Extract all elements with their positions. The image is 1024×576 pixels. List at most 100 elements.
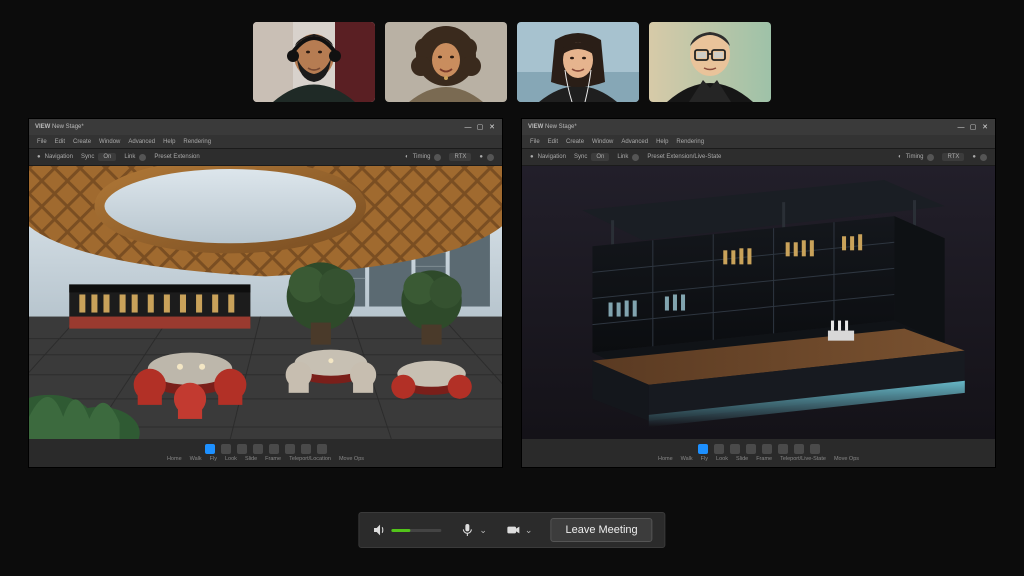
menu-edit[interactable]: Edit: [548, 139, 558, 145]
nav-icon[interactable]: [285, 444, 295, 454]
participant-tile-2[interactable]: [385, 22, 507, 102]
knob-icon[interactable]: [980, 154, 987, 161]
app-brand: VIEW: [528, 124, 543, 130]
participant-tile-1[interactable]: [253, 22, 375, 102]
nav-icon[interactable]: [301, 444, 311, 454]
menu-create[interactable]: Create: [73, 139, 91, 145]
nav-icons-right[interactable]: [698, 444, 820, 454]
avatar-3: [517, 22, 639, 102]
nav-icon[interactable]: [778, 444, 788, 454]
viewport-right[interactable]: [522, 166, 995, 439]
scene-bar-asset: [522, 166, 995, 439]
nav-icon[interactable]: [317, 444, 327, 454]
nav-icon[interactable]: [762, 444, 772, 454]
titlebar-left[interactable]: VIEW New Stage* — ▢ ✕: [29, 119, 502, 135]
camera-icon: [505, 522, 521, 538]
menu-file[interactable]: File: [37, 139, 47, 145]
nav-icon[interactable]: [810, 444, 820, 454]
scene-rooftop-restaurant: [29, 166, 502, 439]
tool-navigation[interactable]: Navigation: [45, 154, 73, 160]
tool-link[interactable]: Link: [124, 154, 135, 160]
tool-navigation[interactable]: Navigation: [538, 154, 566, 160]
volume-control[interactable]: [371, 522, 441, 538]
titlebar-right[interactable]: VIEW New Stage* — ▢ ✕: [522, 119, 995, 135]
menu-window[interactable]: Window: [592, 139, 613, 145]
menubar-left[interactable]: File Edit Create Window Advanced Help Re…: [29, 135, 502, 148]
shared-app-windows: VIEW New Stage* — ▢ ✕ File Edit Create W…: [28, 118, 996, 468]
nav-home-icon[interactable]: [205, 444, 215, 454]
nav-icon[interactable]: [714, 444, 724, 454]
nav-icon[interactable]: [746, 444, 756, 454]
menu-file[interactable]: File: [530, 139, 540, 145]
tool-timing[interactable]: Timing: [413, 154, 431, 160]
menu-rendering[interactable]: Rendering: [676, 139, 704, 145]
menu-rendering[interactable]: Rendering: [183, 139, 211, 145]
toolbar-right[interactable]: ● Navigation Sync On Link Preset Extensi…: [522, 148, 995, 166]
meeting-control-bar: ⌄ ⌄ Leave Meeting: [358, 512, 665, 548]
menubar-right[interactable]: File Edit Create Window Advanced Help Re…: [522, 135, 995, 148]
window-max-icon[interactable]: ▢: [969, 123, 977, 131]
nav-icon[interactable]: [237, 444, 247, 454]
window-close-icon[interactable]: ✕: [981, 123, 989, 131]
nav-labels-right: Home Walk Fly Look Slide Frame Teleport/…: [658, 456, 859, 462]
volume-level: [391, 529, 410, 532]
app-window-left[interactable]: VIEW New Stage* — ▢ ✕ File Edit Create W…: [28, 118, 503, 468]
menu-advanced[interactable]: Advanced: [128, 139, 155, 145]
knob-icon[interactable]: [632, 154, 639, 161]
window-max-icon[interactable]: ▢: [476, 123, 484, 131]
tool-preset[interactable]: Preset Extension/Live-State: [647, 154, 721, 160]
chevron-down-icon[interactable]: ⌄: [479, 525, 487, 536]
tool-timing[interactable]: Timing: [906, 154, 924, 160]
nav-icon[interactable]: [730, 444, 740, 454]
leave-meeting-button[interactable]: Leave Meeting: [550, 518, 652, 542]
nav-icon[interactable]: [221, 444, 231, 454]
app-doc-title: New Stage*: [545, 124, 577, 130]
app-window-right[interactable]: VIEW New Stage* — ▢ ✕ File Edit Create W…: [521, 118, 996, 468]
menu-help[interactable]: Help: [656, 139, 668, 145]
knob-icon[interactable]: [139, 154, 146, 161]
knob-icon[interactable]: [487, 154, 494, 161]
nav-home-icon[interactable]: [698, 444, 708, 454]
mic-control[interactable]: ⌄: [459, 522, 487, 538]
participant-tile-4[interactable]: [649, 22, 771, 102]
nav-labels-left: Home Walk Fly Look Slide Frame Teleport/…: [167, 456, 364, 462]
tool-sync-state[interactable]: On: [98, 153, 116, 161]
viewport-left[interactable]: [29, 166, 502, 439]
menu-advanced[interactable]: Advanced: [621, 139, 648, 145]
app-doc-title: New Stage*: [52, 124, 84, 130]
menu-create[interactable]: Create: [566, 139, 584, 145]
tool-sync[interactable]: Sync: [574, 154, 587, 160]
camera-control[interactable]: ⌄: [505, 522, 533, 538]
tool-rtx[interactable]: RTX: [449, 153, 471, 161]
tool-sync[interactable]: Sync: [81, 154, 94, 160]
participant-strip: [0, 22, 1024, 102]
menu-edit[interactable]: Edit: [55, 139, 65, 145]
footerbar-left[interactable]: Home Walk Fly Look Slide Frame Teleport/…: [29, 439, 502, 467]
knob-icon[interactable]: [434, 154, 441, 161]
menu-window[interactable]: Window: [99, 139, 120, 145]
volume-slider[interactable]: [391, 529, 441, 532]
tool-rtx[interactable]: RTX: [942, 153, 964, 161]
nav-icon[interactable]: [253, 444, 263, 454]
window-close-icon[interactable]: ✕: [488, 123, 496, 131]
toolbar-left[interactable]: ● Navigation Sync On Link Preset Extensi…: [29, 148, 502, 166]
avatar-4: [649, 22, 771, 102]
tool-link[interactable]: Link: [617, 154, 628, 160]
avatar-1: [253, 22, 375, 102]
menu-help[interactable]: Help: [163, 139, 175, 145]
window-min-icon[interactable]: —: [464, 123, 472, 131]
chevron-down-icon[interactable]: ⌄: [525, 525, 533, 536]
avatar-2: [385, 22, 507, 102]
knob-icon[interactable]: [927, 154, 934, 161]
nav-icon[interactable]: [269, 444, 279, 454]
nav-icons-left[interactable]: [205, 444, 327, 454]
speaker-icon: [371, 522, 387, 538]
participant-tile-3[interactable]: [517, 22, 639, 102]
tool-preset[interactable]: Preset Extension: [154, 154, 199, 160]
tool-sync-state[interactable]: On: [591, 153, 609, 161]
mic-icon: [459, 522, 475, 538]
nav-icon[interactable]: [794, 444, 804, 454]
window-min-icon[interactable]: —: [957, 123, 965, 131]
app-brand: VIEW: [35, 124, 50, 130]
footerbar-right[interactable]: Home Walk Fly Look Slide Frame Teleport/…: [522, 439, 995, 467]
